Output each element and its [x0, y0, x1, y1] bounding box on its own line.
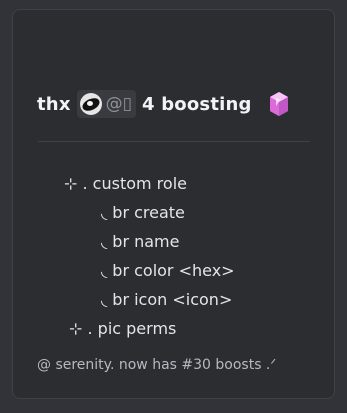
pink-crystal-icon [269, 92, 288, 116]
divider [38, 141, 310, 142]
mention-name-glyph: ▯ [122, 94, 132, 114]
list-item-custom-role: ⊹ . custom role [64, 174, 187, 193]
avatar [79, 93, 102, 115]
list-item-br-name: ◟ br name [101, 232, 180, 251]
mention-at: @ [105, 94, 123, 114]
footer-text: @ serenity. now has #30 boosts .ᐟ [37, 357, 277, 373]
title-suffix: 4 boosting [142, 93, 252, 115]
embed-card: thx @ ▯ 4 boosting ⊹ . custom role ◟ br … [12, 9, 335, 399]
title-prefix: thx [37, 93, 71, 115]
user-mention[interactable]: @ ▯ [76, 90, 136, 118]
list-item-br-create: ◟ br create [101, 203, 185, 222]
list-item-pic-perms: ⊹ . pic perms [69, 319, 177, 338]
title-row: thx @ ▯ 4 boosting [37, 90, 290, 118]
list-item-br-color: ◟ br color <hex> [101, 261, 235, 280]
list-item-br-icon: ◟ br icon <icon> [101, 290, 233, 309]
